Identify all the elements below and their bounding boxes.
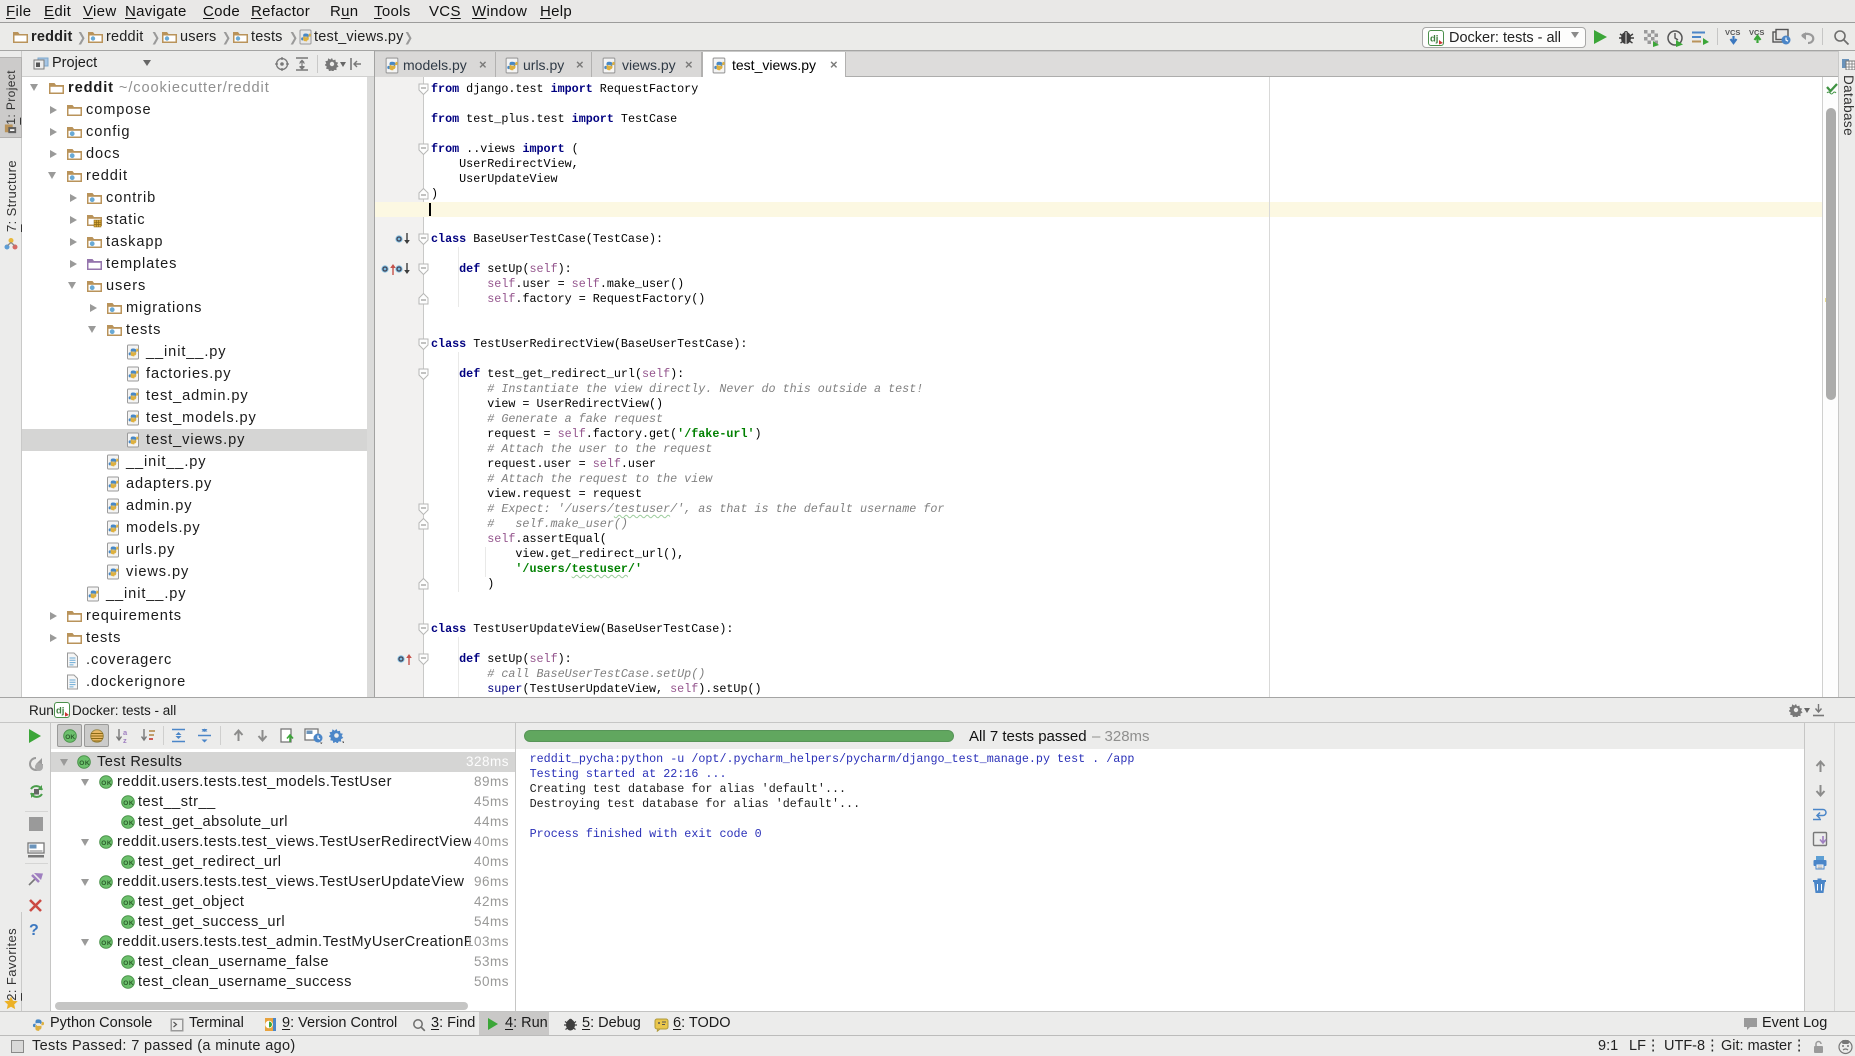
svg-text:OK: OK bbox=[123, 920, 134, 927]
svg-text:OK: OK bbox=[65, 734, 75, 741]
svg-text:OK: OK bbox=[123, 860, 134, 867]
svg-text:OK: OK bbox=[101, 880, 112, 887]
svg-text:OK: OK bbox=[123, 960, 134, 967]
svg-text:OK: OK bbox=[101, 940, 112, 947]
svg-text:z: z bbox=[123, 736, 127, 744]
svg-text:OK: OK bbox=[101, 840, 112, 847]
svg-text:dj: dj bbox=[1430, 34, 1438, 45]
svg-text:OK: OK bbox=[123, 980, 134, 987]
svg-text:OK: OK bbox=[123, 820, 134, 827]
svg-text:OK: OK bbox=[101, 780, 112, 787]
svg-text:OK: OK bbox=[123, 900, 134, 907]
svg-text:OK: OK bbox=[79, 760, 90, 767]
svg-text:dj: dj bbox=[56, 706, 64, 717]
svg-text:OK: OK bbox=[123, 800, 134, 807]
svg-text:VCS: VCS bbox=[1725, 28, 1740, 37]
